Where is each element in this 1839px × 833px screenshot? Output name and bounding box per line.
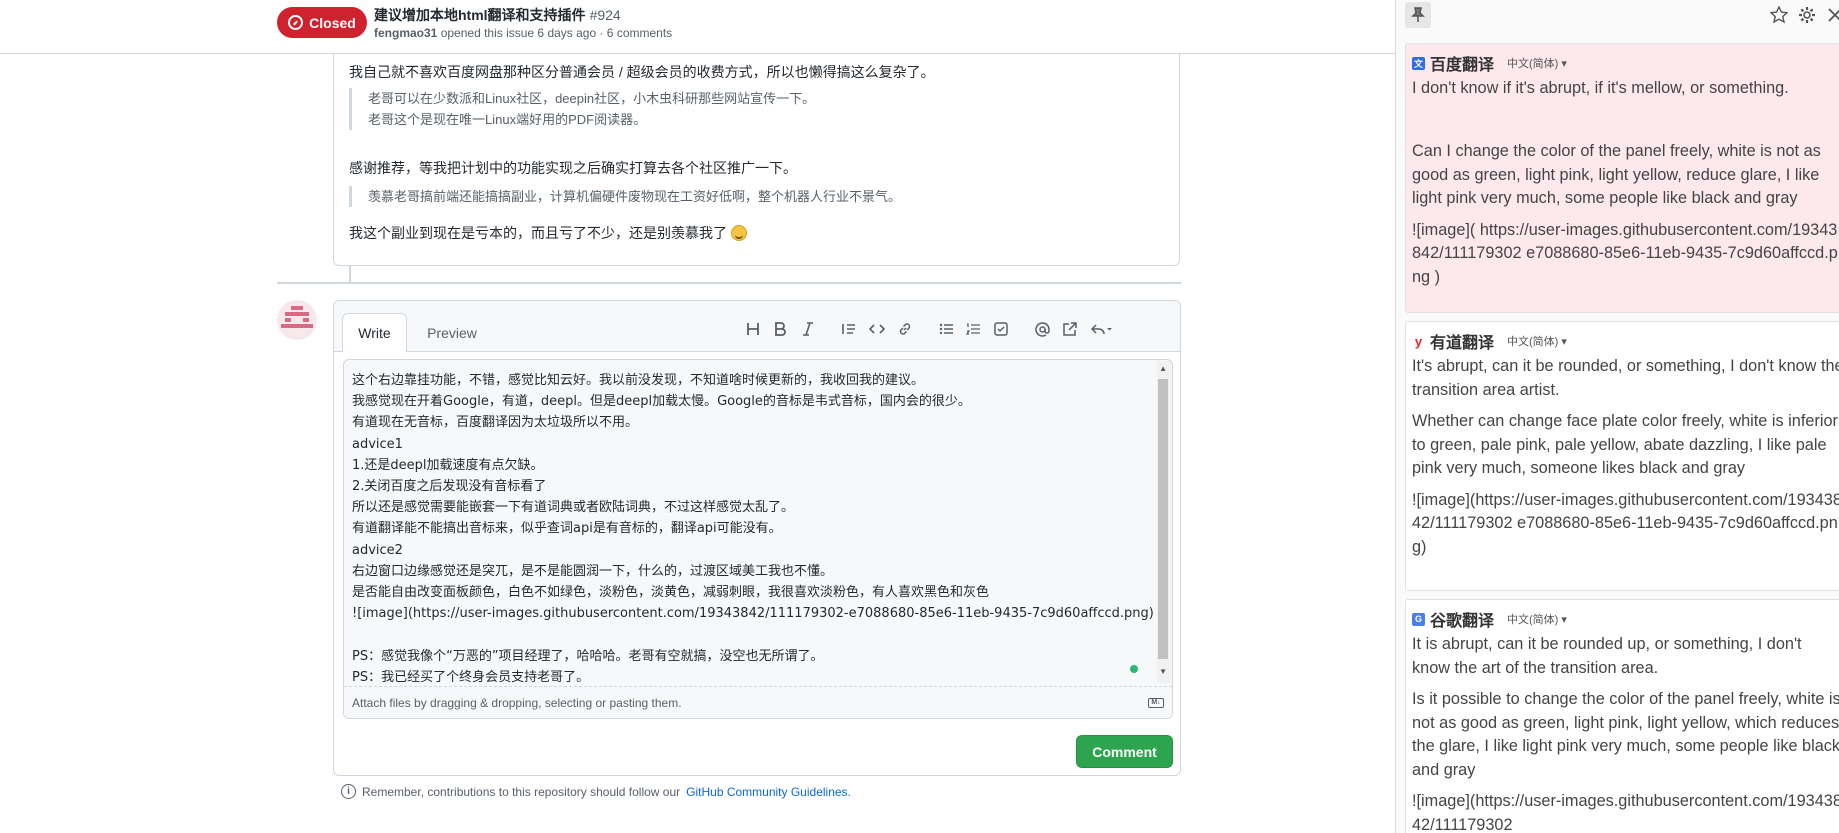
guidelines-text: Remember, contributions to this reposito… [362, 784, 681, 799]
comment-quote: 羡慕老哥搞前端还能搞搞副业，计算机偏硬件废物现在工资好低啊，整个机器人行业不景气… [349, 186, 901, 207]
guidelines-link[interactable]: GitHub Community Guidelines. [686, 785, 851, 799]
comment-paragraph: 感谢推荐，等我把计划中的功能实现之后确实打算去各个社区推广一下。 [349, 160, 797, 176]
quote-line: 羡慕老哥搞前端还能搞搞副业，计算机偏硬件废物现在工资好低啊，整个机器人行业不景气… [368, 189, 902, 204]
task-list-icon[interactable] [989, 317, 1013, 341]
translation-paragraph: It is abrupt, can it be rounded up, or s… [1412, 635, 1802, 677]
card-header: y 有道翻译 中文(简体) ▾ [1412, 329, 1567, 353]
comment-textarea[interactable]: 这个右边靠挂功能，不错，感觉比知云好。我以前没发现，不知道啥时候更新的，我收回我… [343, 359, 1173, 719]
comment-textarea-text: 这个右边靠挂功能，不错，感觉比知云好。我以前没发现，不知道啥时候更新的，我收回我… [352, 373, 1154, 685]
comment-paragraph: 我自己就不喜欢百度网盘那种区分普通会员 / 超级会员的收费方式，所以也懒得搞这么… [349, 64, 935, 80]
target-language-select[interactable]: 中文(简体) ▾ [1507, 611, 1567, 627]
italic-icon[interactable] [796, 317, 820, 341]
translation-paragraph: Whether can change face plate color free… [1412, 412, 1838, 477]
translator-panel: 文 百度翻译 中文(简体) ▾ I don't know if it's abr… [1395, 0, 1839, 833]
cross-reference-icon[interactable] [1057, 317, 1081, 341]
issue-meta-text: opened this issue 6 days ago · 6 comment… [440, 26, 673, 40]
translation-paragraph: Is it possible to change the color of th… [1412, 690, 1839, 779]
google-translation-card: G 谷歌翻译 中文(简体) ▾ It is abrupt, can it be … [1405, 599, 1839, 833]
attach-files-bar[interactable]: Attach files by dragging & dropping, sel… [344, 686, 1172, 718]
card-header: G 谷歌翻译 中文(简体) ▾ [1412, 607, 1567, 631]
translation-text[interactable]: It's abrupt, can it be rounded, or somet… [1412, 355, 1839, 567]
translation-text[interactable]: I don't know if it's abrupt, if it's mel… [1412, 77, 1839, 297]
target-language-select[interactable]: 中文(简体) ▾ [1507, 333, 1567, 349]
translation-paragraph: It's abrupt, can it be rounded, or somet… [1412, 357, 1839, 399]
issue-title-text: 建议增加本地html翻译和支持插件 [374, 7, 586, 23]
comment-text: 我这个副业到现在是亏本的，而且亏了不少，还是别羡慕我了 [349, 225, 727, 241]
translation-paragraph: ![image](https://user-images.githubuserc… [1412, 792, 1839, 833]
close-icon[interactable] [1823, 3, 1839, 27]
translation-paragraph [1412, 109, 1839, 133]
gear-icon[interactable] [1795, 3, 1819, 27]
quote-line: 老哥这个是现在唯一Linux端好用的PDF阅读器。 [368, 112, 647, 127]
reply-icon[interactable] [1086, 317, 1118, 341]
heading-icon[interactable] [741, 317, 765, 341]
timeline-divider [277, 282, 1181, 284]
quote-icon[interactable] [837, 317, 861, 341]
grammar-status-dot[interactable] [1130, 665, 1138, 673]
scroll-up-icon[interactable]: ▲ [1159, 364, 1167, 373]
tab-write[interactable]: Write [342, 313, 407, 353]
community-guidelines-note: i Remember, contributions to this reposi… [341, 784, 851, 799]
closed-state-badge: Closed [277, 7, 367, 38]
link-icon[interactable] [893, 317, 917, 341]
target-language-select[interactable]: 中文(简体) ▾ [1507, 55, 1567, 71]
translator-name: 有道翻译 [1430, 335, 1495, 352]
translation-paragraph: I don't know if it's abrupt, if it's mel… [1412, 79, 1789, 97]
previous-comment: 我自己就不喜欢百度网盘那种区分普通会员 / 超级会员的收费方式，所以也懒得搞这么… [333, 54, 1180, 266]
comment-paragraph: 我这个副业到现在是亏本的，而且亏了不少，还是别羡慕我了 [349, 223, 747, 243]
translation-paragraph: ![image](https://user-images.githubuserc… [1412, 490, 1839, 556]
mention-icon[interactable] [1030, 317, 1054, 341]
comment-button[interactable]: Comment [1076, 735, 1173, 768]
editor-scrollbar[interactable]: ▲ ▼ [1157, 361, 1171, 683]
state-label: Closed [309, 14, 356, 31]
closed-icon [288, 15, 304, 30]
comment-quote: 老哥可以在少数派和Linux社区，deepin社区，小木虫科研那些网站宣传一下。… [349, 88, 815, 130]
google-translate-logo-icon: G [1412, 612, 1425, 626]
editor-tabbar: Write Preview [334, 301, 1180, 353]
pin-icon[interactable] [1405, 2, 1431, 28]
scroll-thumb[interactable] [1158, 379, 1168, 659]
avatar[interactable] [277, 300, 317, 340]
issue-title: 建议增加本地html翻译和支持插件 #924 [374, 5, 621, 25]
translation-paragraph: ![image]( https://user-images.githubuser… [1412, 220, 1838, 286]
issue-header: Closed 建议增加本地html翻译和支持插件 #924 fengmao31 o… [0, 0, 1395, 54]
sweat-smile-emoji-icon [731, 225, 747, 241]
issue-author-link[interactable]: fengmao31 [374, 26, 437, 40]
translation-text[interactable]: It is abrupt, can it be rounded up, or s… [1412, 633, 1839, 833]
issue-number: #924 [589, 7, 621, 23]
translator-name: 谷歌翻译 [1430, 613, 1495, 630]
info-icon: i [341, 784, 356, 799]
new-comment-box: Write Preview 这个右边靠挂功能，不错，感觉比知云好。我以前没发现，… [333, 300, 1181, 776]
youdao-translation-card: y 有道翻译 中文(简体) ▾ It's abrupt, can it be r… [1405, 321, 1839, 591]
card-header: 文 百度翻译 中文(简体) ▾ [1412, 51, 1567, 75]
translator-name: 百度翻译 [1430, 57, 1495, 74]
attach-hint: Attach files by dragging & dropping, sel… [352, 695, 682, 710]
code-icon[interactable] [865, 317, 889, 341]
quote-line: 老哥可以在少数派和Linux社区，deepin社区，小木虫科研那些网站宣传一下。 [368, 91, 816, 106]
star-icon[interactable] [1767, 3, 1791, 27]
translation-paragraph: Can I change the color of the panel free… [1412, 142, 1821, 207]
bullet-list-icon[interactable] [934, 317, 958, 341]
numbered-list-icon[interactable] [961, 317, 985, 341]
panel-toolbar [1396, 0, 1839, 32]
youdao-logo-icon: y [1412, 334, 1425, 349]
bold-icon[interactable] [768, 317, 792, 341]
markdown-icon[interactable]: M↓ [1148, 698, 1164, 708]
baidu-translation-card: 文 百度翻译 中文(简体) ▾ I don't know if it's abr… [1405, 43, 1839, 313]
issue-meta: fengmao31 opened this issue 6 days ago ·… [374, 26, 672, 40]
scroll-down-icon[interactable]: ▼ [1159, 667, 1167, 676]
baidu-logo-icon: 文 [1412, 56, 1425, 70]
tab-preview[interactable]: Preview [412, 313, 492, 353]
